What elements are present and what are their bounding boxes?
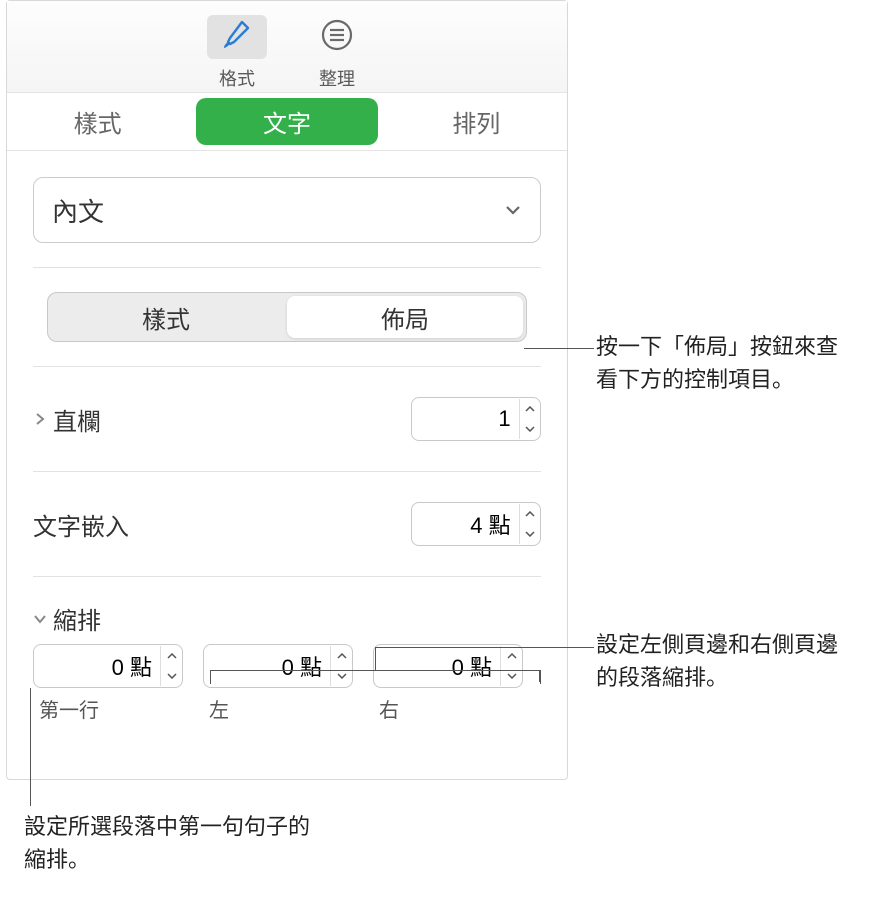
organize-icon — [320, 18, 354, 57]
paragraph-style-dropdown[interactable]: 內文 — [33, 177, 541, 243]
indent-first-line-stepper[interactable] — [160, 646, 182, 686]
indent-left-column: 左 — [203, 644, 353, 723]
callout-leader — [375, 647, 594, 648]
stepper-up-icon[interactable] — [331, 646, 352, 666]
indent-first-line-column: 第一行 — [33, 644, 183, 723]
indent-section: 縮排 第一行 — [33, 601, 541, 729]
columns-stepper[interactable] — [519, 399, 540, 439]
segment-layout-button[interactable]: 佈局 — [287, 296, 523, 338]
indent-right-caption: 右 — [373, 694, 523, 723]
text-inset-label: 文字嵌入 — [33, 507, 129, 542]
disclosure-down-icon[interactable] — [33, 605, 47, 633]
columns-label: 直欄 — [53, 402, 101, 437]
columns-input[interactable] — [412, 406, 519, 432]
disclosure-right-icon[interactable] — [33, 405, 47, 433]
paintbrush-icon — [220, 18, 254, 57]
text-inset-input[interactable] — [412, 511, 519, 537]
callout-leader — [375, 647, 376, 670]
format-toolbar-label: 格式 — [219, 65, 255, 91]
chevron-down-icon — [504, 195, 522, 226]
format-toolbar-button[interactable]: 格式 — [207, 15, 267, 91]
divider — [33, 267, 541, 268]
inspector-subtabs: 樣式 文字 排列 — [7, 93, 567, 151]
stepper-down-icon[interactable] — [520, 419, 540, 439]
stepper-up-icon[interactable] — [520, 504, 540, 524]
divider — [33, 471, 541, 472]
stepper-up-icon[interactable] — [520, 399, 540, 419]
indent-first-line-field — [33, 644, 183, 688]
format-inspector-panel: 格式 整理 樣式 文字 排列 內文 樣式 佈局 — [6, 0, 568, 780]
callout-leader — [210, 670, 211, 684]
divider — [33, 576, 541, 577]
callout-leader — [30, 688, 31, 806]
indent-left-caption: 左 — [203, 694, 353, 723]
organize-toolbar-button[interactable]: 整理 — [307, 15, 367, 91]
callout-lr-margin: 設定左側頁邊和右側頁邊的段落縮排。 — [596, 628, 856, 694]
callout-bracket — [210, 670, 540, 682]
text-inset-field — [411, 502, 541, 546]
columns-row: 直欄 — [33, 391, 541, 447]
indent-first-line-caption: 第一行 — [33, 694, 183, 723]
tab-arrange[interactable]: 排列 — [386, 92, 567, 151]
text-inset-row: 文字嵌入 — [33, 496, 541, 552]
tab-text[interactable]: 文字 — [196, 98, 377, 145]
inspector-top-toolbar: 格式 整理 — [7, 1, 567, 93]
callout-layout-button: 按一下「佈局」按鈕來查看下方的控制項目。 — [596, 330, 856, 396]
stepper-up-icon[interactable] — [161, 646, 182, 666]
organize-toolbar-label: 整理 — [319, 65, 355, 91]
stepper-up-icon[interactable] — [501, 646, 522, 666]
divider — [33, 366, 541, 367]
tab-style[interactable]: 樣式 — [7, 92, 188, 151]
indent-fields-row: 第一行 左 — [33, 644, 541, 729]
callout-leader — [524, 348, 594, 349]
segment-style-button[interactable]: 樣式 — [48, 293, 284, 341]
columns-field — [411, 397, 541, 441]
stepper-down-icon[interactable] — [520, 524, 540, 544]
style-layout-segmented-control: 樣式 佈局 — [47, 292, 527, 342]
callout-leader — [540, 670, 541, 684]
text-inset-stepper[interactable] — [519, 504, 540, 544]
indent-right-column: 右 — [373, 644, 523, 723]
paragraph-style-value: 內文 — [52, 192, 104, 229]
stepper-down-icon[interactable] — [161, 666, 182, 686]
indent-first-line-input[interactable] — [34, 653, 160, 679]
callout-first-line: 設定所選段落中第一句句子的縮排。 — [24, 810, 324, 876]
indent-section-label: 縮排 — [53, 601, 101, 636]
